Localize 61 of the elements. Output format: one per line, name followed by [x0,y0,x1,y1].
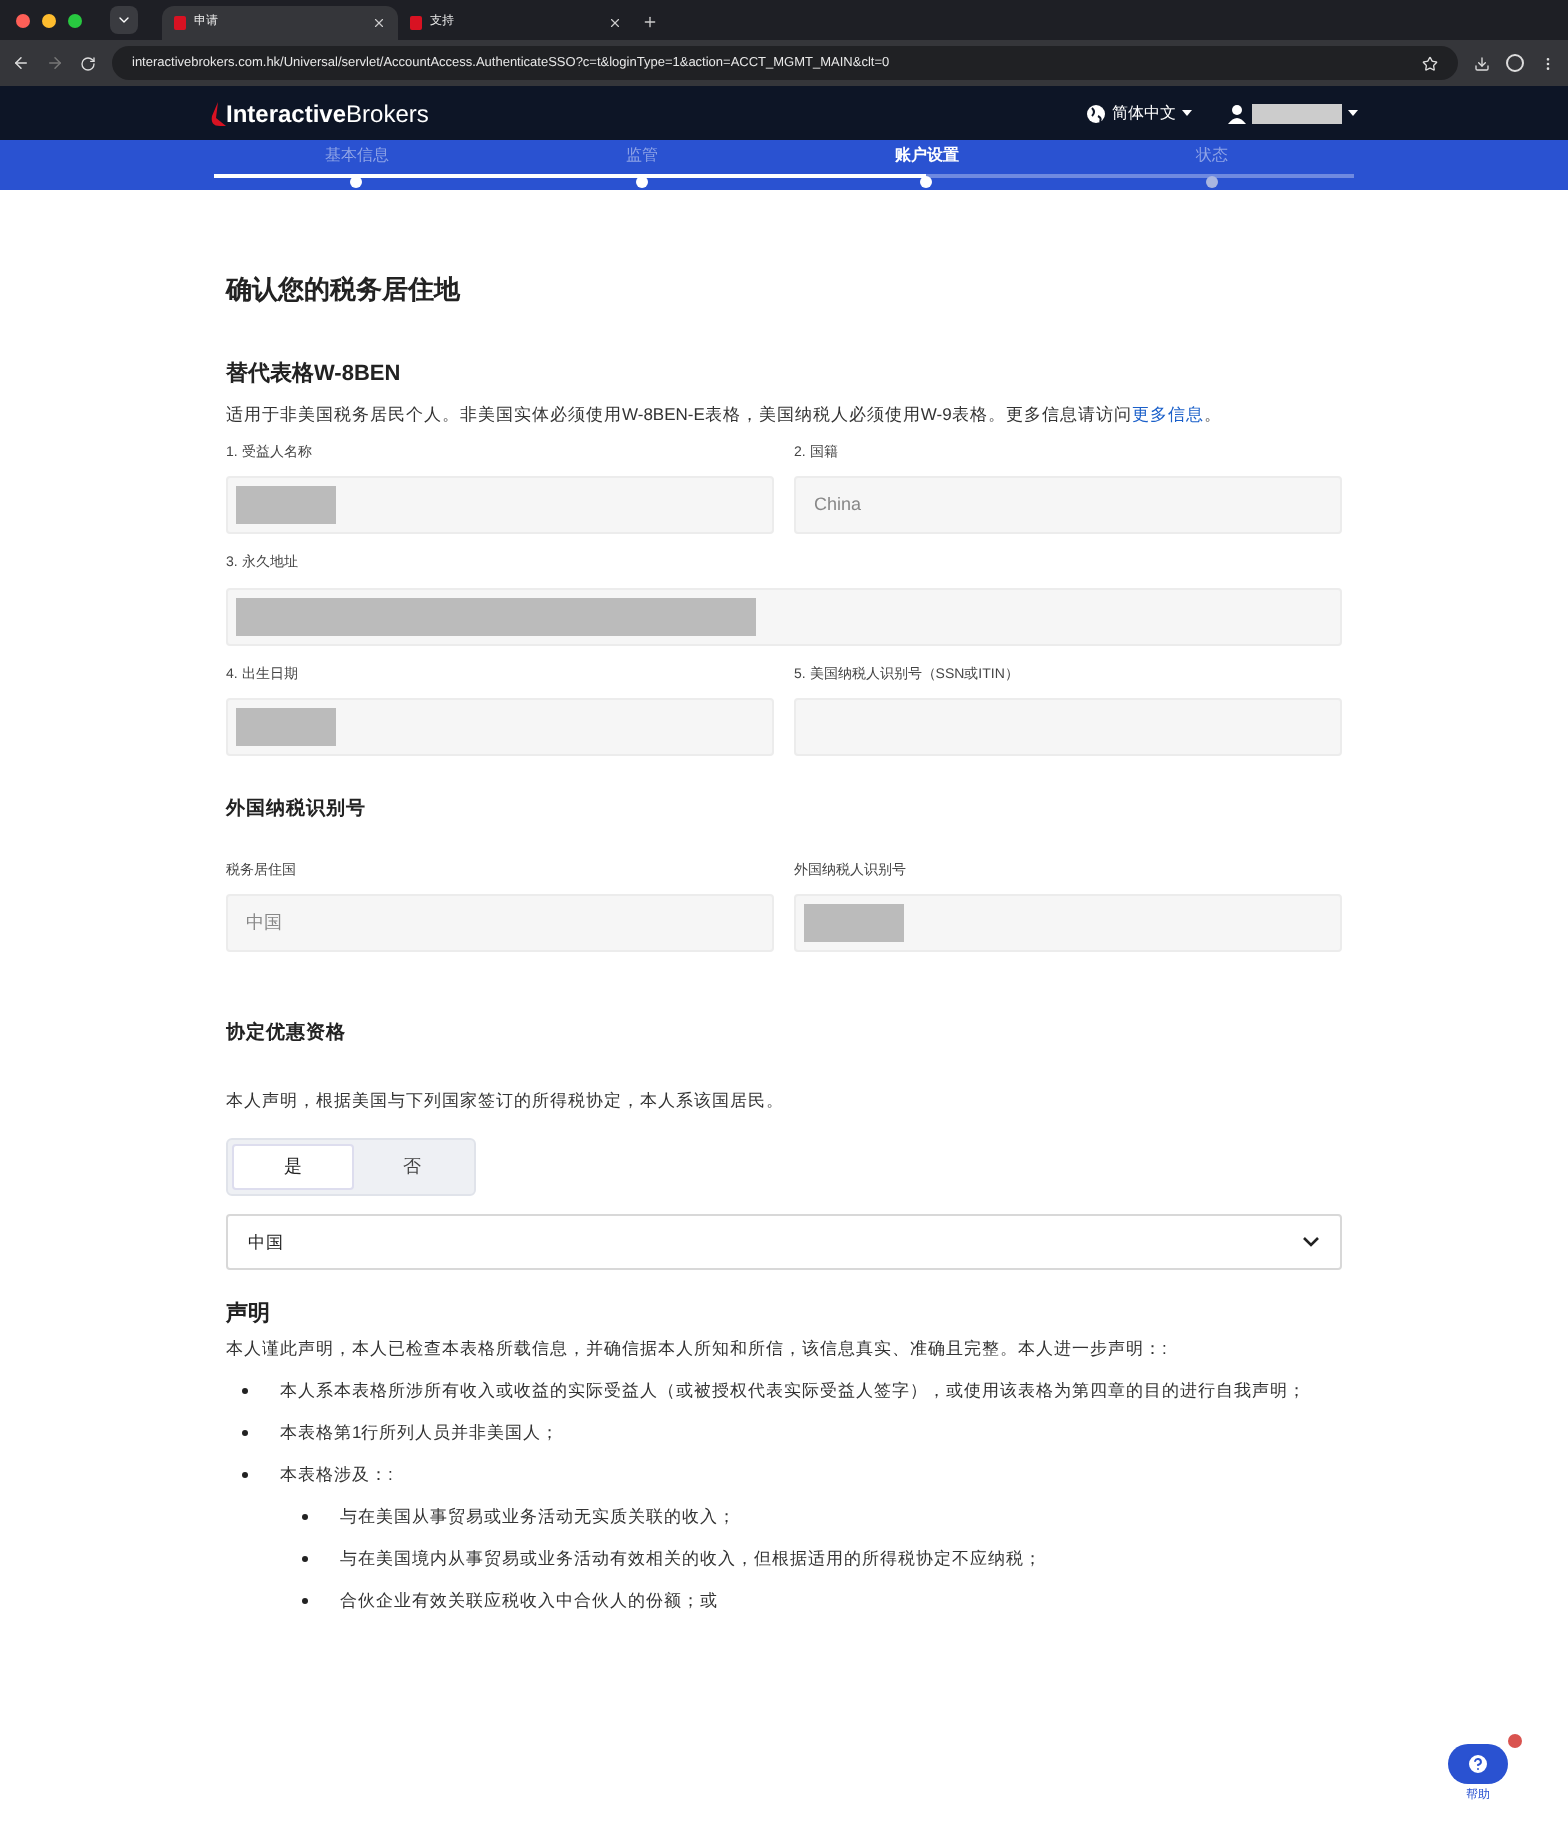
tab-list-button[interactable] [110,6,138,34]
user-menu[interactable] [1228,103,1358,123]
section-title: 替代表格W-8BEN [226,359,403,389]
caret-icon [1182,110,1192,116]
extension-icon[interactable] [1506,54,1524,72]
declaration-item: 与在美国从事贸易或业务活动无实质关联的收入； [340,1504,736,1531]
declaration-item: 与在美国境内从事贸易或业务活动有效相关的收入，但根据适用的所得税协定不应纳税； [340,1546,1042,1573]
progress-step: 账户设置 [784,140,1069,190]
toggle-option[interactable]: 否 [353,1144,470,1190]
user-icon [1228,103,1246,123]
page-title: 确认您的税务居住地 [226,272,463,308]
declaration-intro: 本人谨此声明，本人已检查本表格所载信息，并确信据本人所知和所信，该信息真实、准确且完整。本人进一步声明：: [226,1335,1169,1361]
favicon-icon [410,16,422,30]
input-field[interactable] [226,476,774,535]
field-value: 中国 [244,909,284,936]
flame-icon [210,101,226,125]
declaration-item: 合伙企业有效关联应税收入中合伙人的份额；或 [340,1588,718,1615]
redacted-block [1252,103,1342,123]
input-field[interactable] [226,698,774,757]
intro-text: 适用于非美国税务居民个人。非美国实体必须使用W-8BEN-E表格，美国纳税人必须使用W-9表格。更多信息请访问更多信息。 [226,402,1224,428]
logo[interactable]: InteractiveBrokers [210,95,429,131]
close-icon[interactable] [372,16,386,30]
help-icon [1448,1744,1508,1784]
input-field[interactable] [794,894,1342,952]
declaration-item: 本表格涉及：: [280,1462,393,1489]
caret-icon [1348,110,1358,116]
globe-icon [1086,103,1106,123]
progress-step: 监管 [499,140,784,190]
star-icon[interactable] [1422,55,1438,71]
bullet-icon [242,1472,248,1479]
country-select[interactable]: 中国 [226,1214,1342,1270]
download-icon[interactable] [1474,55,1490,71]
toggle-option[interactable]: 是 [232,1144,353,1190]
progress-step: 基本信息 [214,140,499,190]
redacted-block [236,486,336,525]
favicon-icon [174,16,186,30]
declaration-item: 本人系本表格所涉所有收入或收益的实际受益人（或被授权代表实际受益人签字），或使用该表格为第四章的目的进行自我声明； [280,1378,1306,1405]
chevron-down-icon [116,12,132,28]
new-tab-icon[interactable] [642,14,658,30]
close-icon[interactable] [608,16,622,30]
progress-step: 状态 [1069,140,1354,190]
redacted-block [804,904,904,942]
bullet-icon [302,1556,308,1563]
section-title: 声明 [226,1299,272,1330]
back-icon[interactable] [12,54,30,72]
forward-icon[interactable] [46,54,64,72]
bullet-icon [302,1598,308,1605]
bullet-icon [242,1430,248,1437]
redacted-block [236,708,336,747]
section-title: 外国纳税识别号 [226,796,368,825]
language-menu[interactable]: 简体中文 [1086,101,1192,125]
bullet-icon [242,1388,248,1395]
section-title: 协定优惠资格 [226,1020,348,1048]
field-value: China [812,492,864,518]
input-field[interactable] [226,587,1342,646]
reload-icon[interactable] [80,55,96,71]
chevron-down-icon [1302,1236,1320,1248]
bullet-icon [302,1514,308,1521]
statement-text: 本人声明，根据美国与下列国家签订的所得税协定，本人系该国居民。 [226,1088,786,1114]
more-info-link[interactable]: 更多信息 [1131,404,1204,424]
declaration-item: 本表格第1行所列人员并非美国人； [280,1420,560,1447]
